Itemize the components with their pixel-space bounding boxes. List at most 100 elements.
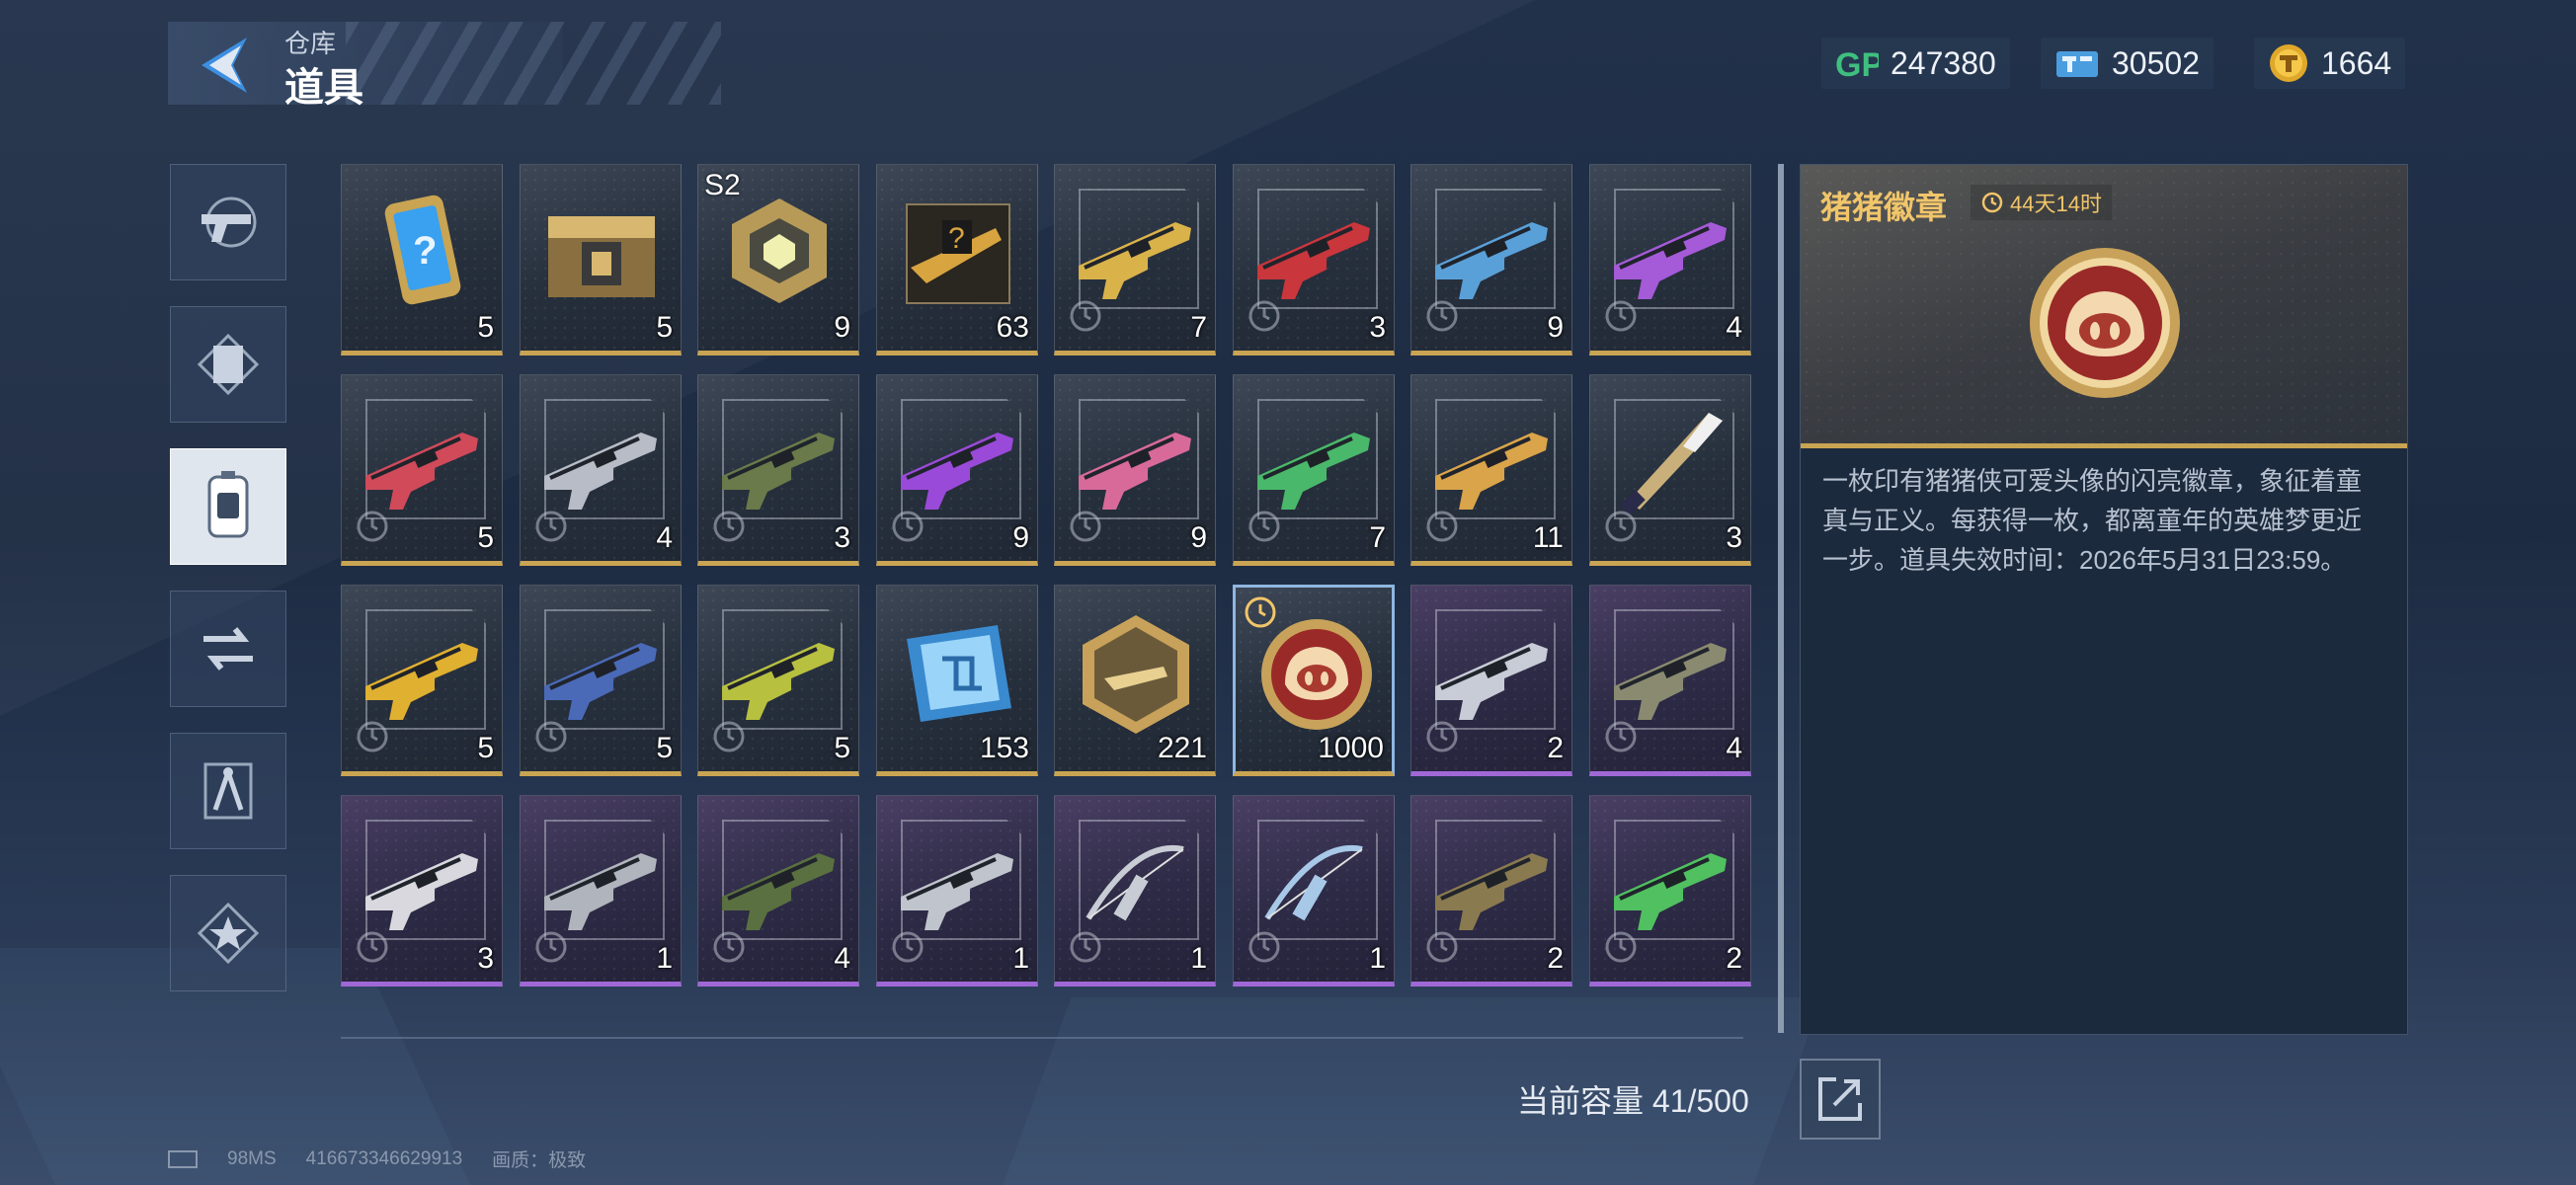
inventory-item[interactable]: 11 xyxy=(1410,374,1572,566)
item-count: 1 xyxy=(1012,942,1029,975)
inventory-item[interactable]: 2 xyxy=(1589,795,1751,987)
inventory-item[interactable]: 9 xyxy=(876,374,1038,566)
item-count: 221 xyxy=(1157,732,1207,764)
item-count: 4 xyxy=(1726,732,1742,764)
pistol-icon xyxy=(201,197,257,248)
inventory-item[interactable]: 1 xyxy=(1233,795,1395,987)
crate-icon xyxy=(548,216,655,297)
timer-icon xyxy=(357,931,388,963)
item-detail-panel: 猪猪徽章 44天14时 一枚印有猪猪侠可爱头像的闪亮徽章，象征着童真与正义。每获… xyxy=(1800,164,2408,1035)
gun-icon xyxy=(722,643,835,720)
item-count: 7 xyxy=(1190,311,1207,344)
svg-text:?: ? xyxy=(413,229,437,273)
timer-icon xyxy=(535,511,567,542)
currency-ticket[interactable]: 30502 xyxy=(2041,38,2214,89)
item-count: 3 xyxy=(834,521,850,554)
item-count: 5 xyxy=(834,732,850,764)
inventory-item[interactable]: 3 xyxy=(341,795,503,987)
inventory-item[interactable]: 5 xyxy=(520,585,682,776)
currency-coin[interactable]: 1664 xyxy=(2254,38,2406,89)
item-count: 5 xyxy=(477,311,494,344)
blade-icon xyxy=(1620,413,1723,515)
item-count: 9 xyxy=(1547,311,1564,344)
card-frame-icon xyxy=(197,333,260,396)
item-count: 1 xyxy=(1369,942,1386,975)
timer-icon xyxy=(1426,300,1458,332)
back-button[interactable] xyxy=(196,34,259,97)
item-tab[interactable] xyxy=(170,448,286,565)
inventory-item[interactable]: 5 xyxy=(341,585,503,776)
svg-text:?: ? xyxy=(948,222,965,255)
inventory-item[interactable]: 3 xyxy=(1589,374,1751,566)
gold-coin-icon xyxy=(2270,44,2307,82)
inventory-item[interactable]: 4 xyxy=(697,795,859,987)
mystery-gun-icon: ? xyxy=(906,203,1010,304)
inventory-item[interactable]: 5 xyxy=(341,374,503,566)
inventory-item[interactable]: 9 xyxy=(1054,374,1216,566)
timer-icon xyxy=(1426,721,1458,752)
favorite-tab[interactable] xyxy=(170,875,286,991)
bow-icon xyxy=(1086,844,1184,921)
weapon-tab[interactable] xyxy=(170,164,286,280)
timer-icon xyxy=(892,511,924,542)
season-label: S2 xyxy=(704,169,741,201)
inventory-item[interactable]: 3 xyxy=(1233,164,1395,356)
scrollbar[interactable] xyxy=(1778,164,1784,1033)
gun-icon xyxy=(544,433,657,510)
inventory-item[interactable]: 1 xyxy=(1054,795,1216,987)
gun-icon xyxy=(722,433,835,510)
player-id: 416673346629913 xyxy=(305,1147,463,1169)
item-count: 9 xyxy=(1190,521,1207,554)
inventory-item-selected[interactable]: 1000 xyxy=(1233,585,1395,776)
capacity-label: 当前容量 41/500 xyxy=(1517,1083,1749,1119)
inventory-item[interactable]: 1 xyxy=(520,795,682,987)
inventory-item[interactable]: 4 xyxy=(1589,164,1751,356)
card-tab[interactable] xyxy=(170,306,286,423)
timer-icon xyxy=(1605,931,1637,963)
battery-icon xyxy=(168,1149,198,1168)
inventory-item[interactable]: 2 xyxy=(1410,585,1572,776)
item-pack-icon xyxy=(207,471,249,538)
swap-tab[interactable] xyxy=(170,591,286,707)
timer-icon xyxy=(1245,596,1276,628)
share-icon xyxy=(1818,1077,1862,1121)
inventory-item[interactable]: 7 xyxy=(1054,164,1216,356)
currency-gp[interactable]: GP 247380 xyxy=(1821,38,2010,89)
ticket-icon xyxy=(2056,51,2098,77)
item-count: 4 xyxy=(834,942,850,975)
gun-icon xyxy=(365,853,478,930)
export-button[interactable] xyxy=(1800,1059,1881,1140)
divider xyxy=(341,1037,1743,1039)
inventory-item[interactable]: 9 S2 xyxy=(697,164,859,356)
inventory-item[interactable]: ? 63 xyxy=(876,164,1038,356)
item-count: 5 xyxy=(656,311,673,344)
inventory-item[interactable]: 1 xyxy=(876,795,1038,987)
inventory-item[interactable]: 153 xyxy=(876,585,1038,776)
timer-icon xyxy=(357,511,388,542)
item-count: 5 xyxy=(477,732,494,764)
gun-icon xyxy=(1079,433,1191,510)
gun-icon xyxy=(1614,853,1727,930)
item-count: 4 xyxy=(1726,311,1742,344)
item-count: 2 xyxy=(1547,732,1564,764)
timer-icon xyxy=(1605,300,1637,332)
inventory-item[interactable]: 4 xyxy=(520,374,682,566)
blueprint-tab[interactable] xyxy=(170,733,286,849)
pig-badge-icon xyxy=(2030,248,2180,398)
item-count: 1 xyxy=(1190,942,1207,975)
timer-icon xyxy=(1426,931,1458,963)
inventory-item[interactable]: 7 xyxy=(1233,374,1395,566)
inventory-item[interactable]: 2 xyxy=(1410,795,1572,987)
item-count: 5 xyxy=(477,521,494,554)
inventory-item[interactable]: 9 xyxy=(1410,164,1572,356)
gun-icon xyxy=(1079,222,1191,299)
page-title: 道具 xyxy=(284,66,363,110)
star-icon xyxy=(197,902,260,965)
inventory-item[interactable]: 4 xyxy=(1589,585,1751,776)
inventory-item[interactable]: 5 xyxy=(520,164,682,356)
graphics-quality: 画质：极致 xyxy=(492,1150,587,1171)
inventory-item[interactable]: 3 xyxy=(697,374,859,566)
inventory-item[interactable]: 221 xyxy=(1054,585,1216,776)
inventory-item[interactable]: ? 5 xyxy=(341,164,503,356)
inventory-item[interactable]: 5 xyxy=(697,585,859,776)
